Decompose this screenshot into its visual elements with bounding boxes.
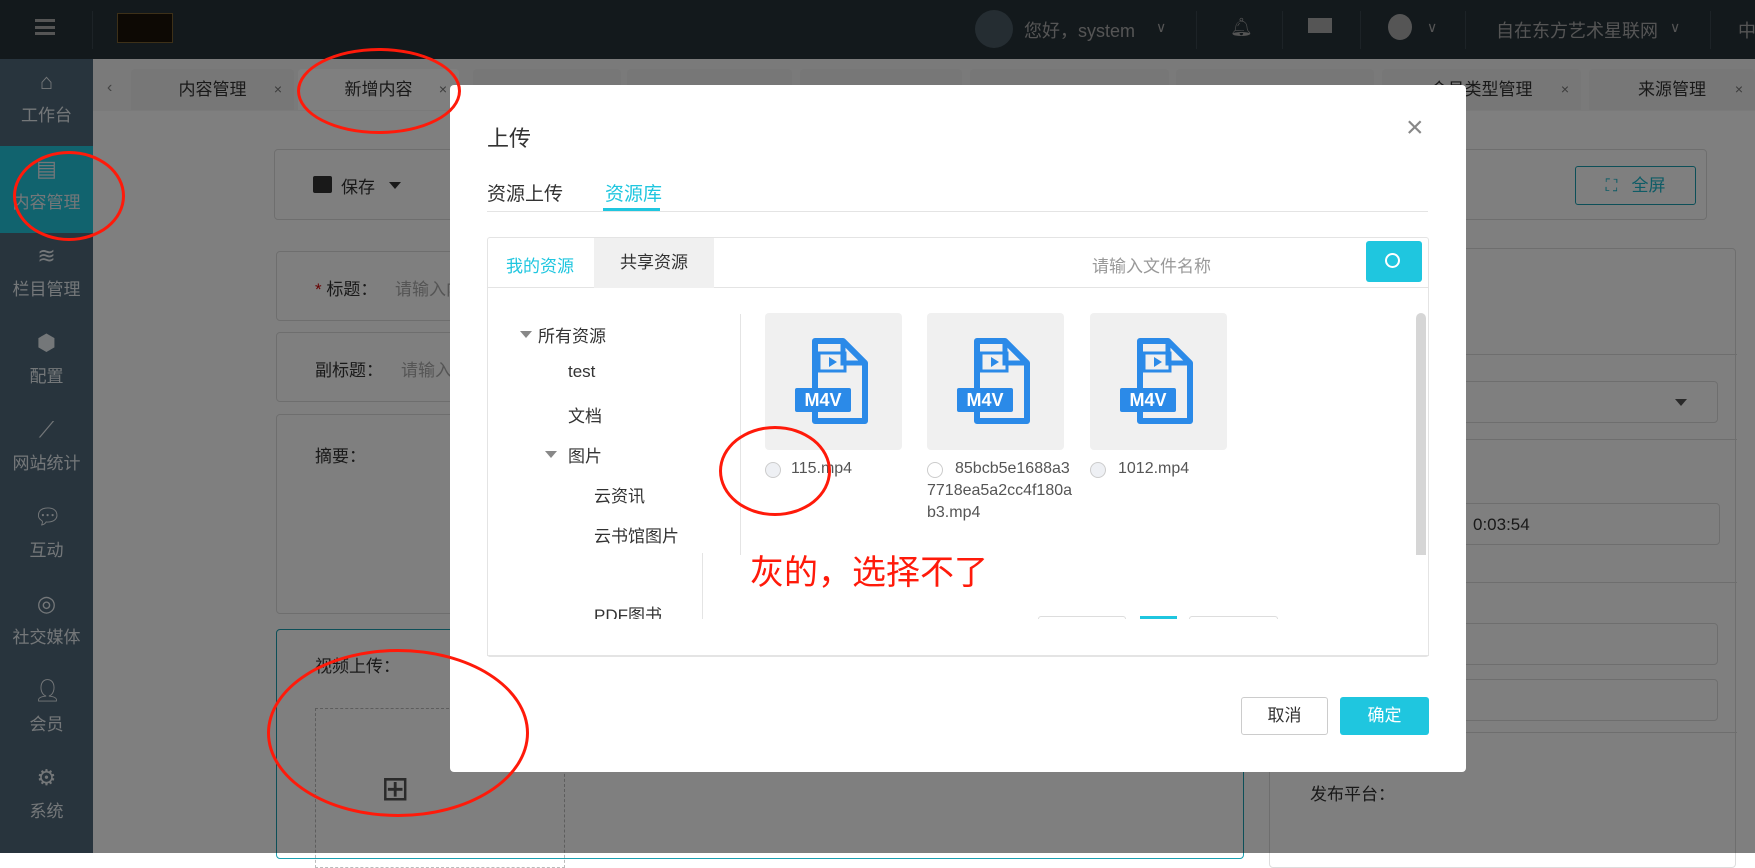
video-file-icon: M4V bbox=[1120, 338, 1193, 424]
file-name: 85bcb5e1688a37718ea5a2cc4f180ab3.mp4 bbox=[927, 460, 1073, 521]
confirm-label: 确定 bbox=[1367, 706, 1402, 725]
file-thumbnail[interactable]: M4V bbox=[927, 313, 1064, 450]
file-search-input[interactable]: 请输入文件名称 bbox=[1092, 252, 1211, 277]
scrollbar[interactable] bbox=[1416, 313, 1426, 560]
tree-clip: PDF图书 bbox=[594, 606, 662, 619]
annotation-circle bbox=[719, 426, 831, 516]
annotation-circle bbox=[267, 649, 529, 817]
tree-node[interactable]: 文档 bbox=[568, 402, 602, 427]
cancel-label: 取消 bbox=[1267, 706, 1302, 725]
upload-dialog: 上传 × 资源上传 资源库 我的资源 共享资源 请输入文件名称 所有资源 tes… bbox=[450, 85, 1466, 772]
tab-resource-upload[interactable]: 资源上传 bbox=[487, 179, 563, 206]
tree-node-all[interactable]: 所有资源 bbox=[538, 322, 606, 347]
annotation-circle bbox=[297, 48, 461, 134]
video-file-icon: M4V bbox=[795, 338, 868, 424]
tabs-divider bbox=[487, 211, 1428, 212]
dialog-title: 上传 bbox=[487, 126, 532, 151]
search-icon bbox=[1385, 253, 1400, 268]
expand-triangle-icon[interactable] bbox=[520, 331, 532, 338]
tree-node[interactable]: 云资讯 bbox=[594, 482, 645, 507]
tree-node[interactable]: test bbox=[568, 362, 595, 382]
tab-shared-resources[interactable]: 共享资源 bbox=[594, 238, 714, 288]
file-type-badge: M4V bbox=[966, 390, 1003, 410]
annotation-circle bbox=[13, 151, 125, 241]
search-button[interactable] bbox=[1366, 241, 1422, 282]
video-file-icon: M4V bbox=[957, 338, 1030, 424]
active-tab-indicator bbox=[603, 208, 660, 211]
tab-resource-library[interactable]: 资源库 bbox=[605, 179, 662, 206]
annotation-text: 灰的，选择不了 bbox=[750, 554, 988, 592]
tree-node[interactable]: 图片 bbox=[568, 442, 602, 467]
close-icon[interactable]: × bbox=[1406, 113, 1424, 143]
file-type-badge: M4V bbox=[804, 390, 841, 410]
confirm-button[interactable]: 确定 bbox=[1340, 697, 1429, 735]
file-name: 1012.mp4 bbox=[1118, 460, 1190, 477]
tree-node[interactable]: 云书馆图片 bbox=[594, 522, 679, 547]
expand-triangle-icon[interactable] bbox=[545, 451, 557, 458]
file-thumbnail[interactable]: M4V bbox=[1090, 313, 1227, 450]
tab-label: 共享资源 bbox=[620, 253, 688, 272]
file-radio[interactable] bbox=[1090, 462, 1106, 478]
cancel-button[interactable]: 取消 bbox=[1241, 697, 1328, 735]
tab-my-resources[interactable]: 我的资源 bbox=[506, 252, 574, 277]
file-type-badge: M4V bbox=[1129, 390, 1166, 410]
